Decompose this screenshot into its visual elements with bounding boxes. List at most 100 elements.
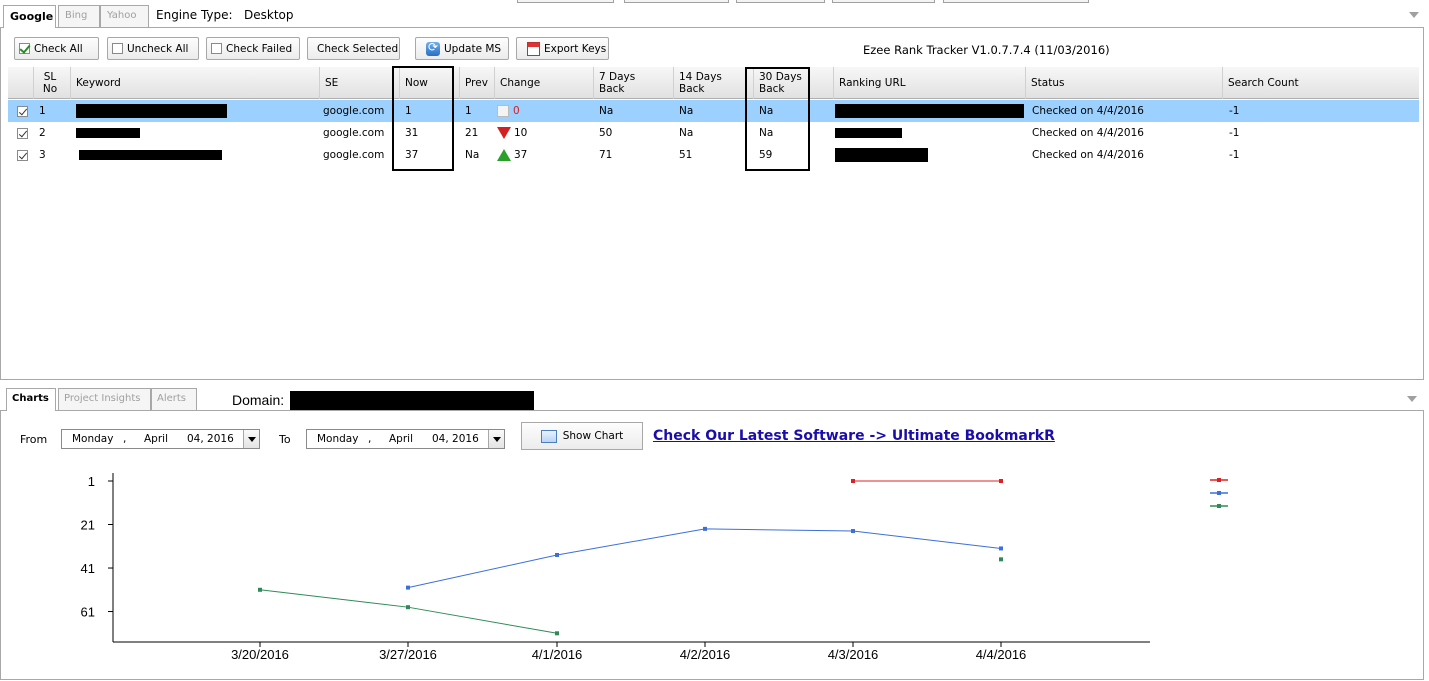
header-search-count[interactable]: Search Count <box>1223 67 1419 99</box>
header-ranking-url[interactable]: Ranking URL <box>834 67 1026 99</box>
header-ranking-url-label: Ranking URL <box>839 77 906 89</box>
change-value: 0 <box>513 105 520 117</box>
from-month: April <box>144 433 168 445</box>
row-select[interactable] <box>12 144 28 166</box>
checkbox-checked-icon[interactable] <box>17 149 28 161</box>
from-day: 04, 2016 <box>187 433 234 445</box>
header-7-days-back[interactable]: 7 Days Back <box>594 67 674 99</box>
table-row[interactable]: 1 google.com 1 1 0 Na Na Na Checked on 4… <box>8 100 1419 122</box>
data-point <box>851 479 855 483</box>
redacted-keyword <box>79 150 222 160</box>
table-row[interactable]: 2 google.com 31 21 10 50 Na Na Checked o… <box>8 122 1419 144</box>
chart-icon <box>540 429 557 443</box>
uncheck-all-label: Uncheck All <box>127 42 189 55</box>
tab-alerts[interactable]: Alerts <box>151 388 197 410</box>
tab-project-insights[interactable]: Project Insights <box>58 388 151 410</box>
header-select <box>8 67 34 99</box>
redacted-url <box>835 104 1024 118</box>
redacted-url <box>835 128 902 138</box>
checkbox-checked-icon[interactable] <box>17 127 28 139</box>
header-prev[interactable]: Prev <box>460 67 495 99</box>
cell-ranking-url <box>830 100 1024 122</box>
to-day: 04, 2016 <box>432 433 479 445</box>
header-status-label: Status <box>1031 77 1065 89</box>
redacted-keyword <box>76 128 140 138</box>
data-point <box>999 557 1003 562</box>
y-tick-label: 41 <box>81 561 95 576</box>
grid-header: SL No Keyword SE Now Prev Change 7 Days … <box>8 67 1419 99</box>
cell-keyword <box>71 122 140 144</box>
cell-prev: 21 <box>465 127 479 139</box>
series-line <box>259 589 558 634</box>
to-sep: , <box>368 433 372 445</box>
check-failed-label: Check Failed <box>226 42 293 55</box>
header-14-days-back[interactable]: 14 Days Back <box>674 67 754 99</box>
engine-type-value: Desktop <box>244 8 294 22</box>
tab-bing[interactable]: Bing <box>58 5 100 27</box>
row-select[interactable] <box>12 100 28 122</box>
checkbox-checked-icon[interactable] <box>17 105 28 117</box>
header-sl-no[interactable]: SL No <box>34 67 71 99</box>
cell-change: 0 <box>492 100 520 122</box>
to-label: To <box>279 433 291 446</box>
promo-link[interactable]: Check Our Latest Software -> Ultimate Bo… <box>653 428 1055 444</box>
checkbox-checked-icon <box>19 43 30 54</box>
cell-7-days: Na <box>599 105 614 117</box>
change-value: 10 <box>514 127 528 139</box>
cell-change: 10 <box>492 122 527 144</box>
dropdown-arrow-icon[interactable] <box>243 430 259 448</box>
show-chart-label: Show Chart <box>562 430 624 442</box>
checkbox-empty-icon <box>211 43 222 54</box>
row-select[interactable] <box>12 122 28 144</box>
calendar-export-icon <box>527 41 540 56</box>
header-change[interactable]: Change <box>495 67 594 99</box>
collapse-arrow-icon[interactable] <box>1407 396 1417 402</box>
x-tick-label: 4/2/2016 <box>680 647 731 662</box>
data-point <box>555 631 559 636</box>
tab-google[interactable]: Google <box>3 5 56 28</box>
cell-status: Checked on 4/4/2016 <box>1032 149 1144 161</box>
redacted-domain <box>290 391 534 411</box>
tab-yahoo[interactable]: Yahoo <box>100 5 149 27</box>
tab-charts[interactable]: Charts <box>6 388 56 411</box>
header-14-days-label: 14 Days Back <box>679 71 722 95</box>
update-ms-button[interactable]: Update MS <box>415 37 509 60</box>
header-7-days-label: 7 Days Back <box>599 71 636 95</box>
header-status[interactable]: Status <box>1026 67 1223 99</box>
cell-se: google.com <box>323 127 385 139</box>
to-month: April <box>389 433 413 445</box>
uncheck-all-button[interactable]: Uncheck All <box>107 37 199 60</box>
collapse-arrow-icon[interactable] <box>1409 12 1419 18</box>
cell-status: Checked on 4/4/2016 <box>1032 105 1144 117</box>
from-date-picker[interactable]: Monday , April 04, 2016 <box>61 429 260 449</box>
annotation-box-30-days <box>745 67 810 171</box>
data-point <box>406 605 410 610</box>
table-row[interactable]: 3 google.com 37 Na 37 71 51 59 Checked o… <box>8 144 1419 166</box>
check-all-button[interactable]: Check All <box>14 37 99 60</box>
x-tick-label: 3/20/2016 <box>231 647 289 662</box>
redacted-url <box>835 148 928 162</box>
to-date-picker[interactable]: Monday , April 04, 2016 <box>306 429 505 449</box>
cell-14-days: 51 <box>679 149 693 161</box>
data-point <box>258 587 262 592</box>
version-label: Ezee Rank Tracker V1.0.7.7.4 (11/03/2016… <box>863 43 1110 57</box>
cell-change: 37 <box>492 144 527 166</box>
cell-search-count: -1 <box>1229 105 1240 117</box>
toolbar-strip-button <box>943 0 1089 3</box>
redacted-keyword <box>76 104 227 118</box>
cell-ranking-url <box>830 144 928 166</box>
checkbox-empty-icon <box>112 43 123 54</box>
show-chart-button[interactable]: Show Chart <box>521 422 643 450</box>
export-keys-button[interactable]: Export Keys <box>516 37 609 60</box>
check-selected-button[interactable]: Check Selected <box>307 37 400 60</box>
check-failed-button[interactable]: Check Failed <box>206 37 300 60</box>
dropdown-arrow-icon[interactable] <box>488 430 504 448</box>
cell-search-count: -1 <box>1229 149 1240 161</box>
header-prev-label: Prev <box>465 77 488 89</box>
cell-prev: Na <box>465 149 480 161</box>
header-keyword[interactable]: Keyword <box>71 67 320 99</box>
header-se[interactable]: SE <box>320 67 400 99</box>
data-point <box>555 552 559 557</box>
data-point <box>851 529 855 534</box>
cell-search-count: -1 <box>1229 127 1240 139</box>
